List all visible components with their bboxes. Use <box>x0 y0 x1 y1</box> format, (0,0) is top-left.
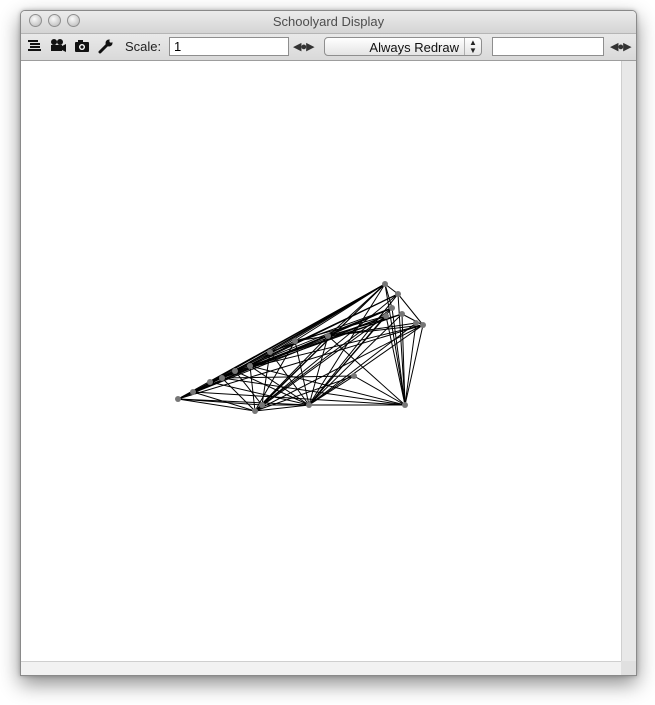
network-edge <box>234 370 263 406</box>
secondary-input[interactable] <box>492 37 604 56</box>
network-node[interactable] <box>383 313 389 319</box>
network-node[interactable] <box>219 375 225 381</box>
resize-corner[interactable] <box>621 661 636 675</box>
network-node[interactable] <box>292 338 298 344</box>
network-node[interactable] <box>232 368 238 374</box>
scale-input[interactable] <box>169 37 289 56</box>
network-node[interactable] <box>382 281 388 287</box>
network-node[interactable] <box>402 402 408 408</box>
display-canvas[interactable] <box>21 61 621 661</box>
network-node[interactable] <box>259 402 265 408</box>
scale-stepper-icon[interactable]: ◀●▶ <box>293 40 315 53</box>
network-node[interactable] <box>420 322 426 328</box>
redraw-popup[interactable]: Always Redraw ▲ ▼ <box>324 37 482 56</box>
network-node[interactable] <box>389 305 395 311</box>
network-node[interactable] <box>175 396 181 402</box>
secondary-stepper-icon[interactable]: ◀●▶ <box>610 40 632 53</box>
network-node[interactable] <box>399 311 405 317</box>
network-node[interactable] <box>207 379 213 385</box>
network-node[interactable] <box>267 349 273 355</box>
movie-camera-icon[interactable] <box>49 38 67 54</box>
network-node[interactable] <box>395 291 401 297</box>
network-node[interactable] <box>306 402 312 408</box>
network-node[interactable] <box>247 363 253 369</box>
up-down-arrows-icon: ▲ ▼ <box>464 38 481 55</box>
redraw-popup-label: Always Redraw <box>369 40 459 55</box>
network-node[interactable] <box>413 320 419 326</box>
wrench-icon[interactable] <box>98 38 114 54</box>
network-edge <box>353 375 406 406</box>
network-node[interactable] <box>190 389 196 395</box>
horizontal-scrollbar[interactable] <box>21 661 621 675</box>
network-graph <box>175 281 426 414</box>
title-bar: Schoolyard Display <box>21 11 636 34</box>
network-node[interactable] <box>351 373 357 379</box>
display-toolbar: Scale: ◀●▶ Always Redraw ▲▼ ◀●▶ <box>21 34 636 61</box>
scale-label: Scale: <box>125 39 162 54</box>
schoolyard-display-window: Schoolyard Display Scale: ◀●▶ <box>20 10 637 676</box>
window-title: Schoolyard Display <box>272 14 385 29</box>
network-edge <box>234 307 393 372</box>
network-edge <box>327 335 406 406</box>
network-edge <box>249 365 310 406</box>
vertical-scrollbar[interactable] <box>621 61 636 661</box>
network-node[interactable] <box>325 333 331 339</box>
network-node[interactable] <box>252 408 258 414</box>
layers-icon[interactable] <box>27 38 43 54</box>
camera-icon[interactable] <box>74 38 90 54</box>
